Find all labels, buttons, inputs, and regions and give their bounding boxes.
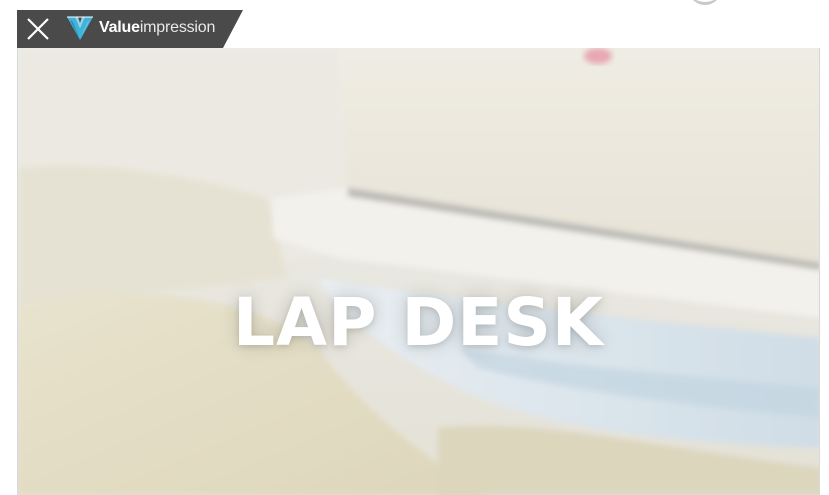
ad-player: Valueimpression LAP DESK bbox=[0, 0, 829, 495]
brand-name: Valueimpression bbox=[99, 19, 215, 37]
brand-name-bold: Value bbox=[99, 19, 140, 36]
video-frame-image bbox=[18, 48, 819, 495]
brand-name-light: impression bbox=[139, 19, 216, 36]
close-icon bbox=[27, 18, 49, 40]
valueimpression-logo-icon bbox=[67, 16, 93, 40]
video-player[interactable]: LAP DESK bbox=[17, 48, 820, 495]
close-button[interactable] bbox=[23, 14, 53, 44]
corner-arc-decoration bbox=[688, 0, 722, 5]
brand-link[interactable]: Valueimpression bbox=[66, 14, 215, 42]
ad-header-tab-edge bbox=[223, 10, 243, 48]
video-caption: LAP DESK bbox=[232, 284, 605, 361]
